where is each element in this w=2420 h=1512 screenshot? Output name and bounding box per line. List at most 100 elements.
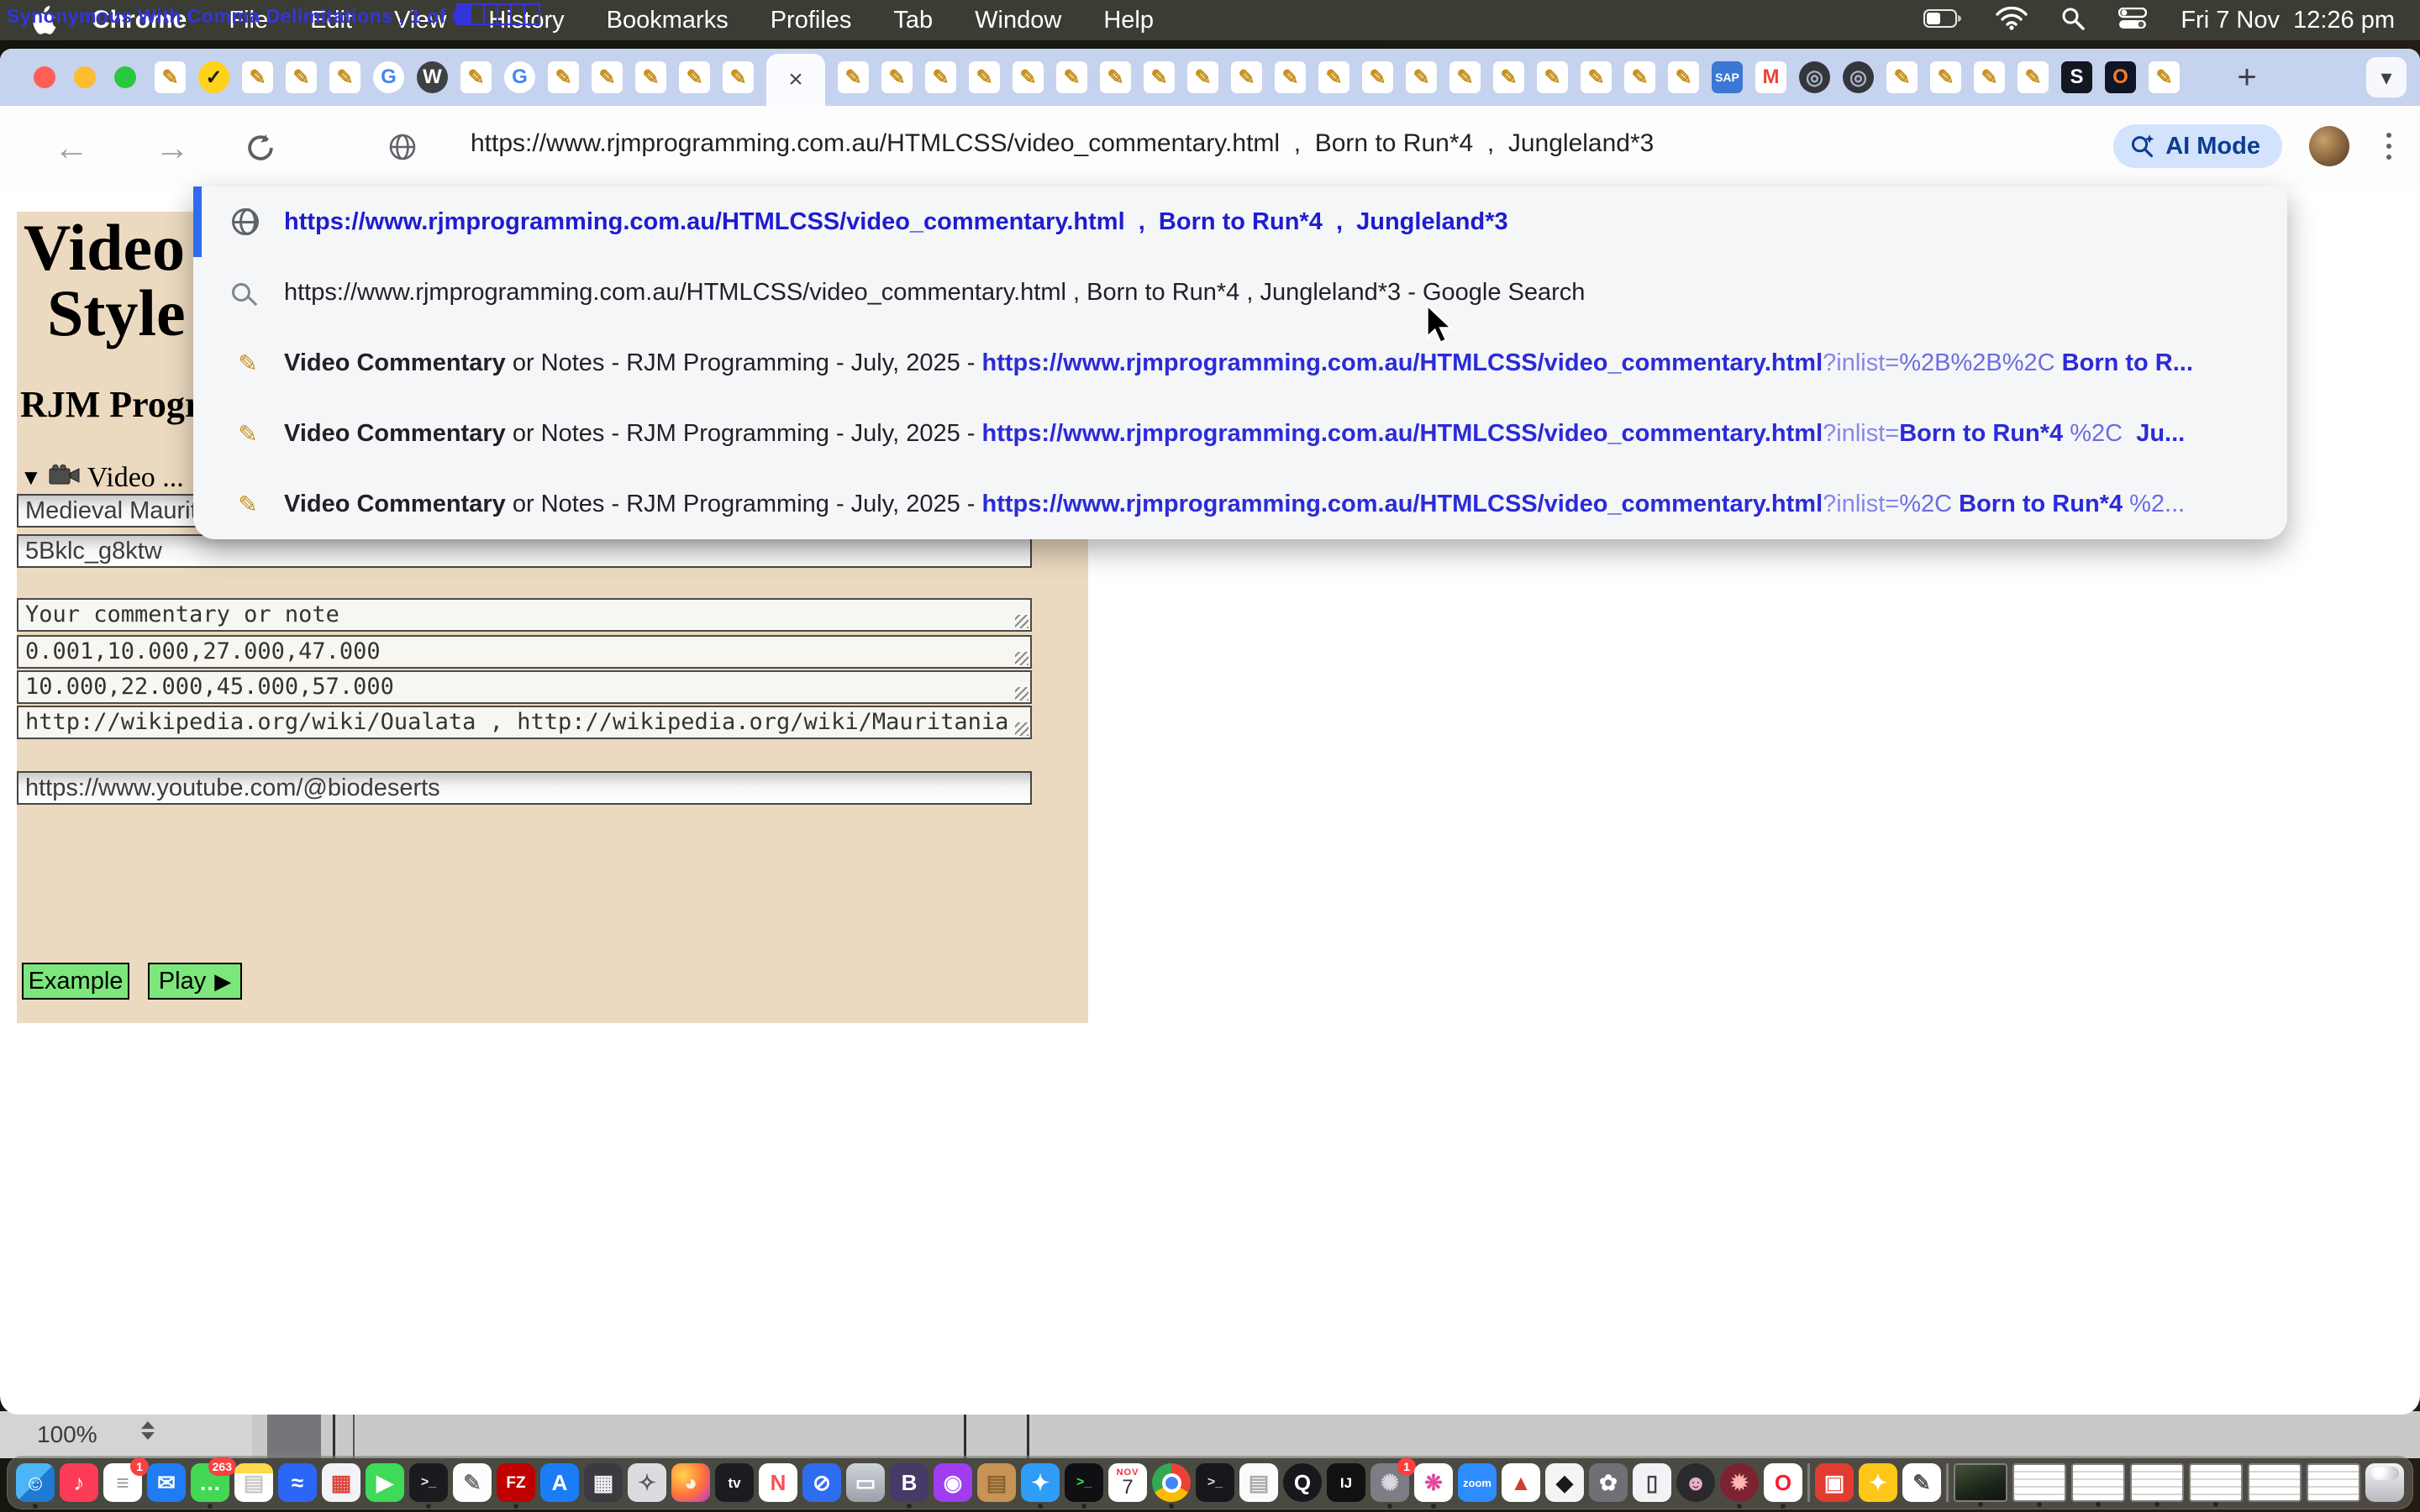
app-store-icon[interactable]: A <box>540 1463 579 1502</box>
commentary-textarea[interactable]: Your commentary or note <box>17 598 1032 632</box>
tab-pencil[interactable]: ✎ <box>1144 49 1175 106</box>
minimize-window-button[interactable] <box>74 66 96 88</box>
tab-pencil[interactable]: ✎ <box>548 49 579 106</box>
lightbulb-app-icon[interactable]: ✦ <box>1859 1463 1897 1502</box>
browser-menu-button[interactable] <box>2386 133 2391 160</box>
menu-tab[interactable]: Tab <box>872 7 954 34</box>
window-preview-app-icon[interactable]: ▭ <box>846 1463 885 1502</box>
system-settings-icon[interactable]: ✺1 <box>1370 1463 1409 1502</box>
quicktime-icon[interactable]: Q <box>1283 1463 1322 1502</box>
mascot-app-icon[interactable]: ☻ <box>1676 1463 1715 1502</box>
suggestion-row[interactable]: ✎Video Commentary or Notes - RJM Program… <box>193 328 2287 398</box>
tab-pencil[interactable]: ✎ <box>155 49 186 106</box>
tab-pencil[interactable]: ✎ <box>838 49 869 106</box>
facetime-icon[interactable]: ▶ <box>366 1463 404 1502</box>
tab-pencil[interactable]: ✎ <box>329 49 360 106</box>
tab-odark[interactable]: O <box>2105 49 2136 106</box>
address-bar-input[interactable]: https://www.rjmprogramming.com.au/HTMLCS… <box>471 129 1654 158</box>
tab-pencil[interactable]: ✎ <box>1406 49 1437 106</box>
minimized-document-window[interactable] <box>2071 1463 2125 1502</box>
example-button[interactable]: Example <box>22 963 129 1000</box>
news-icon[interactable]: N <box>759 1463 797 1502</box>
tab-pencil[interactable]: ✎ <box>1930 49 1961 106</box>
tab-chromium[interactable]: ◎ <box>1843 49 1874 106</box>
battery-icon[interactable] <box>1923 8 1962 33</box>
forward-button[interactable]: → <box>155 128 190 168</box>
keypad-app-icon[interactable]: ▦ <box>584 1463 623 1502</box>
tab-pencil[interactable]: ✎ <box>1013 49 1044 106</box>
suggestion-row[interactable]: https://www.rjmprogramming.com.au/HTMLCS… <box>193 186 2287 257</box>
profile-avatar[interactable] <box>2309 126 2349 166</box>
tab-active[interactable]: × <box>766 54 825 106</box>
minimized-document-window[interactable] <box>2012 1463 2066 1502</box>
tab-pencil[interactable]: ✎ <box>1886 49 1918 106</box>
tab-pencil[interactable]: ✎ <box>1493 49 1524 106</box>
tab-pencil[interactable]: ✎ <box>1056 49 1087 106</box>
inkscape-icon[interactable]: ◆ <box>1545 1463 1584 1502</box>
back-button[interactable]: ← <box>54 128 89 168</box>
tab-sap[interactable]: SAP <box>1712 49 1743 106</box>
tab-pencil[interactable]: ✎ <box>2018 49 2049 106</box>
safari-icon[interactable]: ✦ <box>1021 1463 1060 1502</box>
tab-pencil[interactable]: ✎ <box>2149 49 2180 106</box>
tab-pencil[interactable]: ✎ <box>1581 49 1612 106</box>
details-label[interactable]: Video ... <box>87 462 184 494</box>
menu-window[interactable]: Window <box>954 7 1082 34</box>
links-textarea[interactable]: http://wikipedia.org/wiki/Oualata , http… <box>17 706 1032 739</box>
intellij-icon[interactable]: IJ <box>1327 1463 1365 1502</box>
minimized-document-window[interactable] <box>2130 1463 2184 1502</box>
tab-gmail[interactable]: M <box>1755 49 1786 106</box>
control-center-icon[interactable] <box>2118 8 2147 34</box>
podcasts-icon[interactable]: ◉ <box>934 1463 972 1502</box>
stocks-icon[interactable]: ≈ <box>278 1463 317 1502</box>
tab-check[interactable]: ✓ <box>198 49 229 106</box>
tab-sdark[interactable]: S <box>2061 49 2092 106</box>
tab-pencil[interactable]: ✎ <box>242 49 273 106</box>
reload-button[interactable] <box>245 133 276 167</box>
tab-pencil[interactable]: ✎ <box>1449 49 1481 106</box>
end-times-textarea[interactable]: 10.000,22.000,45.000,57.000 <box>17 670 1032 704</box>
tab-search-button[interactable]: ▾ <box>2366 57 2407 97</box>
tab-pencil[interactable]: ✎ <box>1100 49 1131 106</box>
tab-pencil[interactable]: ✎ <box>925 49 956 106</box>
spotlight-search-icon[interactable] <box>2061 7 2085 34</box>
tab-pencil[interactable]: ✎ <box>679 49 710 106</box>
start-times-textarea[interactable]: 0.001,10.000,27.000,47.000 <box>17 635 1032 669</box>
minimized-document-window[interactable] <box>2189 1463 2243 1502</box>
textedit-icon[interactable]: ✎ <box>453 1463 492 1502</box>
notepad-app-icon[interactable]: ✎ <box>1902 1463 1941 1502</box>
tab-google[interactable]: G <box>504 49 535 106</box>
tab-pencil[interactable]: ✎ <box>1275 49 1306 106</box>
gold-book-app-icon[interactable]: ▤ <box>977 1463 1016 1502</box>
red-circle-app-icon[interactable]: ✹ <box>1720 1463 1759 1502</box>
document-app-icon[interactable]: ▤ <box>1239 1463 1278 1502</box>
tab-pencil[interactable]: ✎ <box>1624 49 1655 106</box>
red-photos-app-icon[interactable]: ▣ <box>1815 1463 1854 1502</box>
notes-icon[interactable]: ▤ <box>234 1463 273 1502</box>
zoom-icon[interactable]: zoom <box>1458 1463 1497 1502</box>
finder-icon[interactable]: ☺ <box>16 1463 55 1502</box>
tab-pencil[interactable]: ✎ <box>460 49 492 106</box>
bbedit-icon[interactable]: B <box>890 1463 929 1502</box>
menu-profiles[interactable]: Profiles <box>750 7 873 34</box>
terminal-dark-icon[interactable]: >_ <box>1065 1463 1103 1502</box>
tab-pencil[interactable]: ✎ <box>723 49 754 106</box>
tab-pencil[interactable]: ✎ <box>1318 49 1349 106</box>
ai-mode-button[interactable]: AI Mode <box>2113 124 2282 168</box>
suggestion-row[interactable]: ✎Video Commentary or Notes - RJM Program… <box>193 398 2287 469</box>
channel-url-input[interactable] <box>17 771 1032 805</box>
firefox-icon[interactable]: ◕ <box>671 1463 710 1502</box>
tab-pencil[interactable]: ✎ <box>1537 49 1568 106</box>
minimized-document-window[interactable] <box>2248 1463 2302 1502</box>
tab-google[interactable]: G <box>373 49 404 106</box>
tab-pencil[interactable]: ✎ <box>286 49 317 106</box>
video-id-input[interactable] <box>17 534 1032 568</box>
tab-chromium[interactable]: ◎ <box>1799 49 1830 106</box>
trash-icon[interactable] <box>2365 1463 2404 1502</box>
menu-bookmarks[interactable]: Bookmarks <box>586 7 750 34</box>
filezilla-icon[interactable]: FZ <box>497 1463 535 1502</box>
close-tab-icon[interactable]: × <box>788 66 803 94</box>
wifi-icon[interactable] <box>1996 7 2028 34</box>
tab-pencil[interactable]: ✎ <box>1362 49 1393 106</box>
fullscreen-window-button[interactable] <box>114 66 136 88</box>
